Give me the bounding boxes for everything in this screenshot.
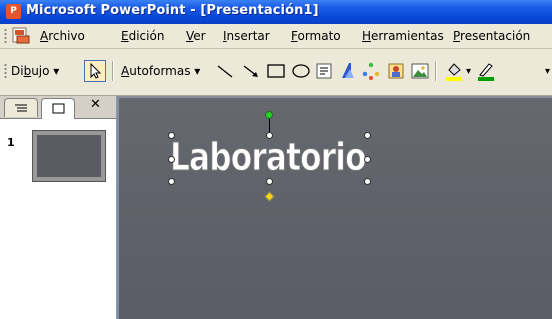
wordart-icon[interactable] (337, 60, 359, 82)
resize-handle[interactable] (168, 178, 175, 185)
toolbar-separator (435, 61, 437, 81)
resize-handle[interactable] (266, 132, 273, 139)
document-icon[interactable] (12, 27, 30, 44)
select-arrow-icon[interactable] (84, 60, 106, 82)
resize-handle[interactable] (364, 178, 371, 185)
tab-slides[interactable] (41, 98, 75, 119)
line-icon[interactable] (214, 60, 236, 82)
slide-thumbnail[interactable] (32, 130, 106, 182)
menu-presentacion[interactable]: Presentación (453, 29, 530, 43)
close-icon[interactable]: ✕ (90, 97, 101, 112)
powerpoint-icon[interactable]: P (6, 4, 21, 19)
menu-formato[interactable]: Formato (291, 29, 341, 43)
chevron-down-icon[interactable]: ▾ (545, 66, 550, 77)
resize-handle[interactable] (168, 156, 175, 163)
slide-canvas[interactable]: Laboratorio (119, 98, 552, 319)
slide-icon (52, 103, 65, 114)
menu-edicion[interactable]: Edición (121, 29, 164, 43)
menubar-grip-icon[interactable] (4, 28, 7, 44)
rectangle-icon[interactable] (265, 60, 287, 82)
title-bar[interactable]: P Microsoft PowerPoint - [Presentación1] (0, 0, 552, 24)
resize-handle[interactable] (266, 178, 273, 185)
menu-ver[interactable]: Ver (186, 29, 206, 43)
resize-handle[interactable] (364, 156, 371, 163)
slide-title[interactable]: Laboratorio (170, 135, 367, 180)
resize-handle[interactable] (168, 132, 175, 139)
rotation-handle[interactable] (265, 111, 273, 119)
slide-editor[interactable]: Laboratorio (117, 96, 552, 319)
powerpoint-window: P Microsoft PowerPoint - [Presentación1]… (0, 0, 552, 319)
drawing-toolbar: Dibujo ▾ Autoformas ▾ ▾ ▾ (0, 49, 552, 96)
toolbar-grip-icon[interactable] (4, 63, 7, 79)
line-color-icon[interactable] (475, 60, 497, 82)
outline-icon (15, 104, 27, 112)
menu-bar: Archivo Edición Ver Insertar Formato Her… (0, 24, 552, 49)
menu-insertar[interactable]: Insertar (223, 29, 270, 43)
autoformas-button[interactable]: Autoformas ▾ (121, 64, 200, 78)
dibujo-button[interactable]: Dibujo ▾ (11, 64, 59, 78)
clipart-icon[interactable] (385, 60, 407, 82)
panel-tabs: ✕ (0, 96, 116, 119)
oval-icon[interactable] (290, 60, 312, 82)
slide-number: 1 (7, 136, 15, 149)
fill-color-icon[interactable] (443, 60, 465, 82)
menu-herramientas[interactable]: Herramientas (362, 29, 444, 43)
menu-archivo-label: rchivo (48, 29, 85, 43)
picture-icon[interactable] (409, 60, 431, 82)
slides-panel: ✕ 1 (0, 96, 117, 319)
diagram-icon[interactable] (360, 60, 382, 82)
menu-archivo[interactable]: Archivo (40, 29, 85, 43)
adjustment-handle[interactable] (264, 191, 275, 202)
toolbar-separator (112, 61, 114, 81)
window-title: Microsoft PowerPoint - [Presentación1] (26, 3, 319, 18)
tab-outline[interactable] (4, 98, 38, 117)
arrow-icon[interactable] (240, 60, 262, 82)
chevron-down-icon[interactable]: ▾ (466, 66, 471, 77)
textbox-icon[interactable] (313, 60, 335, 82)
resize-handle[interactable] (364, 132, 371, 139)
